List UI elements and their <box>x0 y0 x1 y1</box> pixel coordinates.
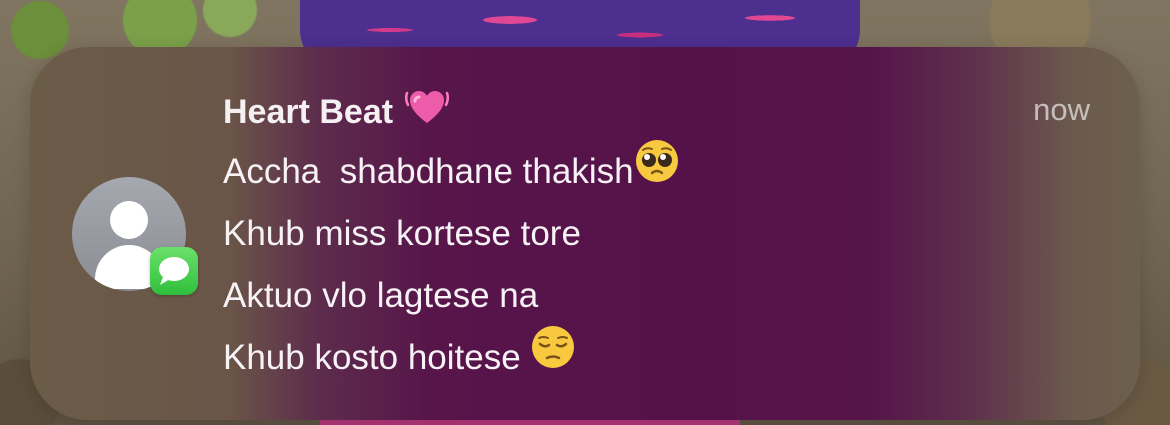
sender-name-text: Heart Beat <box>223 92 394 131</box>
message-line-text: Accha shabdhane thakish <box>223 152 634 191</box>
pleading-face-icon <box>634 138 680 204</box>
pensive-face-icon <box>530 324 576 390</box>
notification-header: Heart Beat now <box>223 85 1090 135</box>
message-line: Aktuo vlo lagtese na <box>223 265 1080 327</box>
messages-app-icon <box>150 247 198 295</box>
message-notification[interactable]: Heart Beat now Accha shabdhane thakish K… <box>30 47 1140 420</box>
message-line-text: Khub miss kortese tore <box>223 214 581 253</box>
message-body: Accha shabdhane thakish Khub miss kortes… <box>223 138 1080 390</box>
message-line: Khub kosto hoitese <box>223 324 1080 390</box>
message-line-text: Aktuo vlo lagtese na <box>223 276 539 315</box>
message-line: Khub miss kortese tore <box>223 203 1080 265</box>
message-line: Accha shabdhane thakish <box>223 138 1080 204</box>
sender-name: Heart Beat <box>223 85 450 143</box>
pink-heart-icon <box>405 85 450 143</box>
message-line-text: Khub kosto hoitese <box>223 338 531 377</box>
notification-time: now <box>1033 92 1090 127</box>
avatar-head <box>110 201 148 239</box>
